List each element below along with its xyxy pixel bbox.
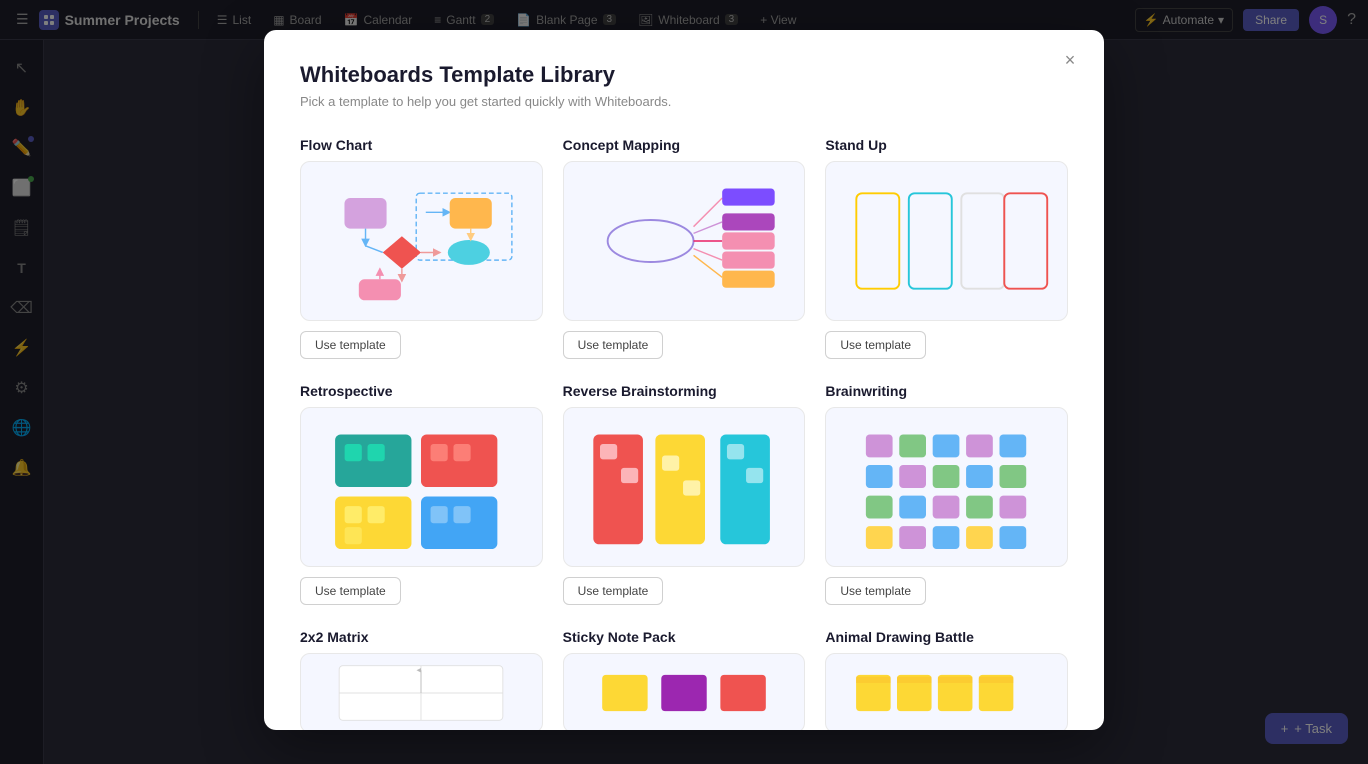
template-preview-stand-up	[825, 161, 1068, 321]
modal-subtitle: Pick a template to help you get started …	[300, 94, 1068, 109]
template-preview-flow-chart	[300, 161, 543, 321]
template-preview-brainwriting	[825, 407, 1068, 567]
template-label-flow-chart: Flow Chart	[300, 137, 543, 153]
template-preview-2x2-matrix	[300, 653, 543, 730]
modal-overlay: × Whiteboards Template Library Pick a te…	[0, 0, 1368, 764]
use-template-retrospective[interactable]: Use template	[300, 577, 401, 605]
template-label-sticky-note-pack: Sticky Note Pack	[563, 629, 806, 645]
template-grid: Flow Chart	[300, 137, 1068, 730]
template-label-animal-drawing-battle: Animal Drawing Battle	[825, 629, 1068, 645]
modal-close-button[interactable]: ×	[1056, 46, 1084, 74]
modal-title: Whiteboards Template Library	[300, 62, 1068, 88]
use-template-flow-chart[interactable]: Use template	[300, 331, 401, 359]
template-preview-reverse-brainstorming	[563, 407, 806, 567]
use-template-concept-mapping[interactable]: Use template	[563, 331, 664, 359]
template-preview-retrospective	[300, 407, 543, 567]
template-preview-animal-drawing-battle	[825, 653, 1068, 730]
template-item-brainwriting: Brainwriting	[825, 383, 1068, 605]
template-label-brainwriting: Brainwriting	[825, 383, 1068, 399]
template-item-flow-chart: Flow Chart	[300, 137, 543, 359]
template-item-concept-mapping: Concept Mapping	[563, 137, 806, 359]
template-item-sticky-note-pack: Sticky Note Pack Use template	[563, 629, 806, 730]
template-label-stand-up: Stand Up	[825, 137, 1068, 153]
template-label-retrospective: Retrospective	[300, 383, 543, 399]
template-item-stand-up: Stand Up Use template	[825, 137, 1068, 359]
use-template-stand-up[interactable]: Use template	[825, 331, 926, 359]
template-item-animal-drawing-battle: Animal Drawing Battle Use template	[825, 629, 1068, 730]
template-preview-concept-mapping	[563, 161, 806, 321]
template-preview-sticky-note-pack	[563, 653, 806, 730]
use-template-brainwriting[interactable]: Use template	[825, 577, 926, 605]
use-template-reverse-brainstorming[interactable]: Use template	[563, 577, 664, 605]
template-item-retrospective: Retrospective	[300, 383, 543, 605]
template-item-2x2-matrix: 2x2 Matrix	[300, 629, 543, 730]
template-item-reverse-brainstorming: Reverse Brainstorming	[563, 383, 806, 605]
template-label-2x2-matrix: 2x2 Matrix	[300, 629, 543, 645]
template-label-concept-mapping: Concept Mapping	[563, 137, 806, 153]
template-modal: × Whiteboards Template Library Pick a te…	[264, 30, 1104, 730]
template-label-reverse-brainstorming: Reverse Brainstorming	[563, 383, 806, 399]
